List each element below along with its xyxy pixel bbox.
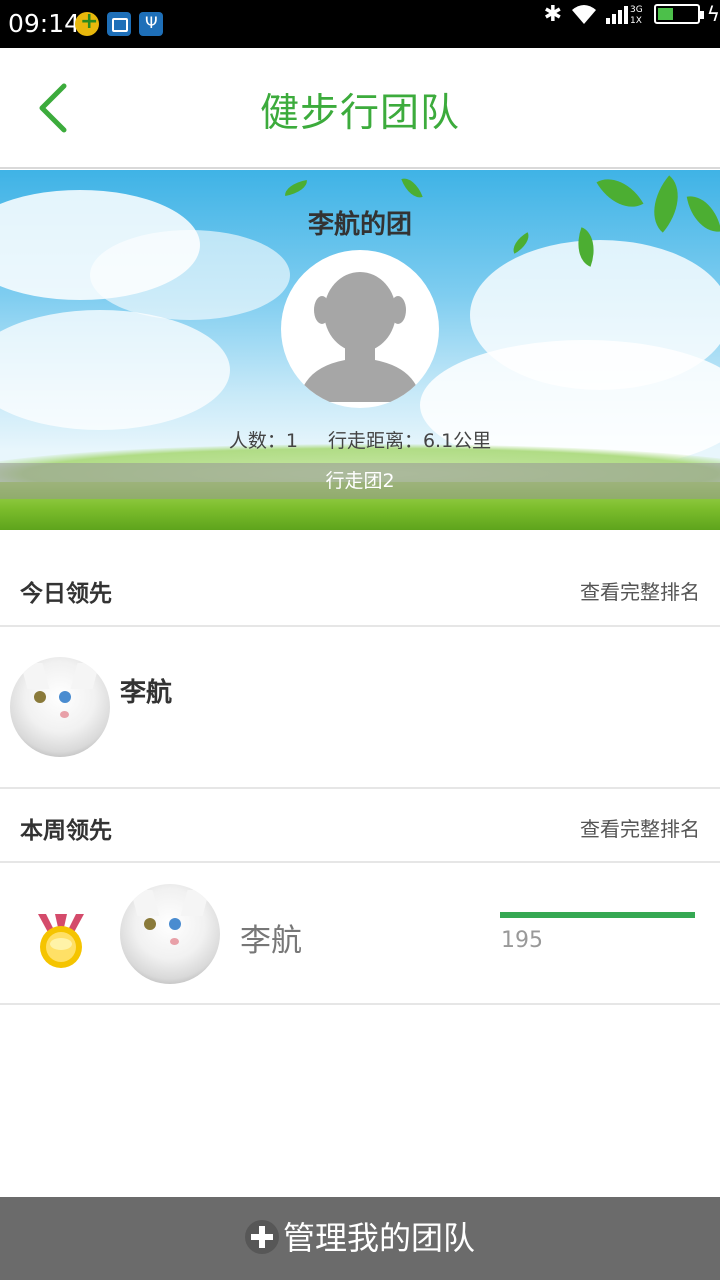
charging-icon: ϟ bbox=[706, 2, 720, 26]
svg-text:3G: 3G bbox=[630, 5, 643, 15]
signal-icon: 3G 1X bbox=[606, 5, 643, 26]
week-leader-avatar[interactable] bbox=[120, 884, 220, 984]
today-full-ranking-link[interactable]: 查看完整排名 bbox=[580, 576, 700, 605]
member-count: 人数：1 bbox=[228, 430, 298, 452]
status-bar: 09:14 ✱ 3G 1X ϟ bbox=[0, 0, 720, 48]
week-leader-title: 本周领先 bbox=[20, 818, 112, 844]
team-avatar[interactable] bbox=[281, 250, 439, 408]
week-full-ranking-link[interactable]: 查看完整排名 bbox=[580, 813, 700, 842]
status-time: 09:14 bbox=[8, 9, 81, 38]
today-leader-avatar[interactable] bbox=[10, 657, 110, 757]
team-stats: 人数：1 行走距离：6.1公里 bbox=[0, 426, 720, 453]
divider bbox=[0, 1003, 720, 1005]
manage-team-button[interactable]: 管理我的团队 bbox=[0, 1197, 720, 1280]
battery-icon bbox=[654, 4, 704, 24]
week-step-count: 195 bbox=[501, 928, 543, 953]
team-owner-title: 李航的团 bbox=[307, 210, 412, 240]
app-header: 健步行团队 bbox=[0, 48, 720, 169]
gold-medal-icon bbox=[38, 914, 84, 968]
divider bbox=[0, 861, 720, 863]
screen: 09:14 ✱ 3G 1X ϟ 健步行团队 bbox=[0, 0, 720, 1280]
today-leader-name: 李航 bbox=[120, 678, 173, 708]
manage-team-label: 管理我的团队 bbox=[282, 1219, 475, 1257]
team-name: 行走团2 bbox=[0, 463, 720, 499]
page-title: 健步行团队 bbox=[259, 91, 460, 136]
app-notification-icon bbox=[75, 9, 99, 36]
today-leader-title: 今日领先 bbox=[20, 581, 112, 607]
divider bbox=[0, 625, 720, 627]
default-avatar-icon bbox=[299, 272, 421, 402]
team-banner: 李航的团 人数：1 行走距离：6.1公里 行走团2 bbox=[0, 170, 720, 530]
week-leader-header: 本周领先 查看完整排名 bbox=[0, 789, 720, 863]
plus-icon bbox=[244, 1220, 279, 1254]
usb-notification-icon bbox=[139, 12, 163, 36]
walk-distance: 行走距离：6.1公里 bbox=[327, 430, 492, 452]
week-leader-name: 李航 bbox=[240, 923, 302, 959]
week-progress-bar bbox=[500, 912, 695, 918]
wifi-icon bbox=[572, 5, 596, 24]
screenshot-notification-icon bbox=[107, 12, 131, 36]
svg-text:1X: 1X bbox=[630, 16, 642, 26]
bluetooth-icon: ✱ bbox=[543, 2, 562, 27]
today-leader-header: 今日领先 查看完整排名 bbox=[0, 552, 720, 626]
